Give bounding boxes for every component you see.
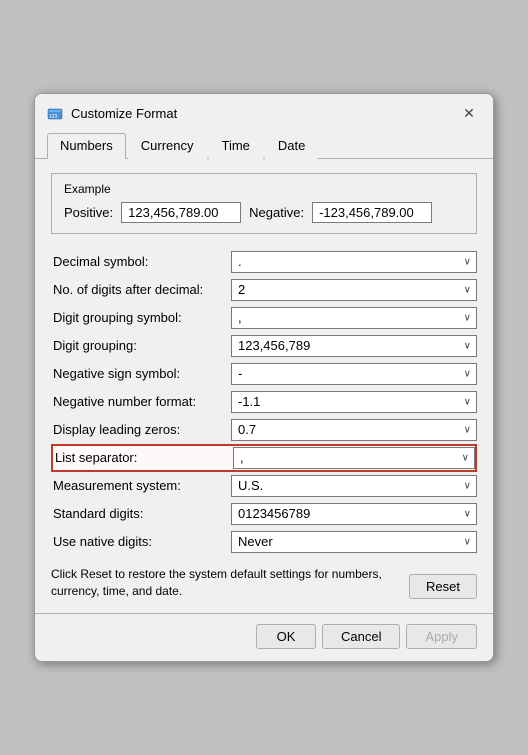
svg-text:123: 123 [49, 114, 58, 120]
reset-button[interactable]: Reset [409, 574, 477, 599]
standard-digits-control: 0123456789 [231, 503, 477, 525]
setting-digit-grouping: Digit grouping: 123,456,789 [51, 332, 477, 360]
negative-number-format-control: -1.1 [231, 391, 477, 413]
title-bar-left: 123 Customize Format [47, 106, 177, 122]
digit-grouping-control: 123,456,789 [231, 335, 477, 357]
use-native-digits-control: Never [231, 531, 477, 553]
decimal-symbol-control: . [231, 251, 477, 273]
setting-negative-number-format: Negative number format: -1.1 [51, 388, 477, 416]
display-leading-zeros-label: Display leading zeros: [51, 422, 231, 437]
digits-after-decimal-label: No. of digits after decimal: [51, 282, 231, 297]
digits-after-decimal-dropdown[interactable]: 2 [231, 279, 477, 301]
list-separator-wrapper: , [233, 447, 475, 469]
setting-standard-digits: Standard digits: 0123456789 [51, 500, 477, 528]
digits-after-decimal-wrapper: 2 [231, 279, 477, 301]
tab-bar: Numbers Currency Time Date [35, 126, 493, 159]
use-native-digits-dropdown[interactable]: Never [231, 531, 477, 553]
setting-digits-after-decimal: No. of digits after decimal: 2 [51, 276, 477, 304]
reset-description: Click Reset to restore the system defaul… [51, 566, 399, 600]
decimal-symbol-dropdown-wrapper: . [231, 251, 477, 273]
title-bar: 123 Customize Format ✕ [35, 94, 493, 126]
digit-grouping-symbol-dropdown[interactable]: , [231, 307, 477, 329]
apply-button[interactable]: Apply [406, 624, 477, 649]
display-leading-zeros-wrapper: 0.7 [231, 419, 477, 441]
window-title: Customize Format [71, 106, 177, 121]
cancel-button[interactable]: Cancel [322, 624, 400, 649]
list-separator-control: , [233, 447, 475, 469]
window-icon: 123 [47, 106, 63, 122]
setting-list-separator: List separator: , [51, 444, 477, 472]
digit-grouping-symbol-wrapper: , [231, 307, 477, 329]
negative-sign-symbol-label: Negative sign symbol: [51, 366, 231, 381]
digit-grouping-wrapper: 123,456,789 [231, 335, 477, 357]
setting-negative-sign-symbol: Negative sign symbol: - [51, 360, 477, 388]
measurement-system-label: Measurement system: [51, 478, 231, 493]
setting-measurement-system: Measurement system: U.S. [51, 472, 477, 500]
tab-numbers[interactable]: Numbers [47, 133, 126, 159]
display-leading-zeros-dropdown[interactable]: 0.7 [231, 419, 477, 441]
negative-sign-symbol-control: - [231, 363, 477, 385]
negative-number-format-wrapper: -1.1 [231, 391, 477, 413]
setting-display-leading-zeros: Display leading zeros: 0.7 [51, 416, 477, 444]
use-native-digits-label: Use native digits: [51, 534, 231, 549]
example-row: Positive: 123,456,789.00 Negative: -123,… [64, 202, 464, 223]
measurement-system-wrapper: U.S. [231, 475, 477, 497]
example-section-label: Example [64, 182, 464, 196]
negative-number-format-label: Negative number format: [51, 394, 231, 409]
ok-button[interactable]: OK [256, 624, 316, 649]
measurement-system-control: U.S. [231, 475, 477, 497]
negative-label: Negative: [249, 205, 304, 220]
digit-grouping-symbol-label: Digit grouping symbol: [51, 310, 231, 325]
positive-label: Positive: [64, 205, 113, 220]
standard-digits-label: Standard digits: [51, 506, 231, 521]
negative-sign-symbol-dropdown[interactable]: - [231, 363, 477, 385]
positive-value: 123,456,789.00 [121, 202, 241, 223]
measurement-system-dropdown[interactable]: U.S. [231, 475, 477, 497]
example-box: Example Positive: 123,456,789.00 Negativ… [51, 173, 477, 234]
display-leading-zeros-control: 0.7 [231, 419, 477, 441]
setting-use-native-digits: Use native digits: Never [51, 528, 477, 556]
digit-grouping-dropdown[interactable]: 123,456,789 [231, 335, 477, 357]
tab-date[interactable]: Date [265, 133, 318, 159]
setting-digit-grouping-symbol: Digit grouping symbol: , [51, 304, 477, 332]
digits-after-decimal-control: 2 [231, 279, 477, 301]
close-button[interactable]: ✕ [457, 102, 481, 126]
reset-section: Click Reset to restore the system defaul… [51, 566, 477, 600]
customize-format-window: 123 Customize Format ✕ Numbers Currency … [34, 93, 494, 663]
content-area: Example Positive: 123,456,789.00 Negativ… [35, 159, 493, 614]
bottom-bar: OK Cancel Apply [35, 613, 493, 661]
negative-value: -123,456,789.00 [312, 202, 432, 223]
digit-grouping-symbol-control: , [231, 307, 477, 329]
tab-currency[interactable]: Currency [128, 133, 207, 159]
negative-number-format-dropdown[interactable]: -1.1 [231, 391, 477, 413]
decimal-symbol-dropdown[interactable]: . [231, 251, 477, 273]
tab-time[interactable]: Time [209, 133, 263, 159]
settings-list: Decimal symbol: . No. of digits after de… [51, 248, 477, 556]
digit-grouping-label: Digit grouping: [51, 338, 231, 353]
negative-sign-symbol-wrapper: - [231, 363, 477, 385]
list-separator-label: List separator: [53, 450, 233, 465]
list-separator-dropdown[interactable]: , [233, 447, 475, 469]
decimal-symbol-label: Decimal symbol: [51, 254, 231, 269]
standard-digits-wrapper: 0123456789 [231, 503, 477, 525]
use-native-digits-wrapper: Never [231, 531, 477, 553]
setting-decimal-symbol: Decimal symbol: . [51, 248, 477, 276]
standard-digits-dropdown[interactable]: 0123456789 [231, 503, 477, 525]
